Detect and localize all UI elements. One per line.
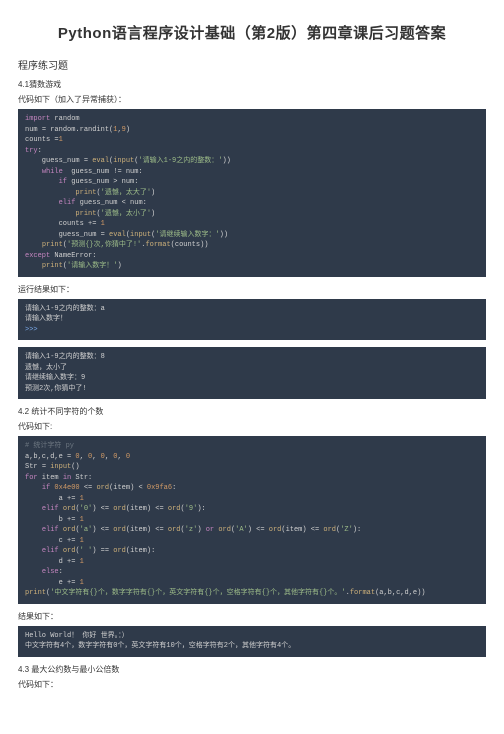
page-title: Python语言程序设计基础（第2版）第四章课后习题答案 [18, 22, 486, 43]
ex1-output1: 请输入1-9之内的整数：a 请输入数字！ >>> [18, 299, 486, 341]
ex2-code: # 统计字符 py a,b,c,d,e = 0, 0, 0, 0, 0 Str … [18, 436, 486, 604]
ex1-code-intro: 代码如下（加入了异常捕获）： [18, 94, 486, 106]
ex3-code-intro: 代码如下： [18, 679, 486, 691]
ex2-result-label: 结果如下： [18, 611, 486, 622]
ex3-title: 4.3 最大公约数与最小公倍数 [18, 664, 486, 676]
section-header: 程序练习题 [18, 57, 486, 72]
ex2-title: 4.2 统计不同字符的个数 [18, 406, 486, 418]
ex1-output2: 请输入1-9之内的整数：8 遗憾，太小了 请继续输入数字：9 预测2次,你猜中了… [18, 347, 486, 399]
ex2-output: Hello World！ 你好 世界。：） 中文字符有4个，数字字符有0个，英文… [18, 626, 486, 657]
ex1-run-label: 运行结果如下： [18, 284, 486, 295]
ex1-title: 4.1猜数游戏 [18, 79, 486, 91]
ex2-code-intro: 代码如下: [18, 421, 486, 433]
ex1-code: import random num = random.randint(1,9) … [18, 109, 486, 277]
